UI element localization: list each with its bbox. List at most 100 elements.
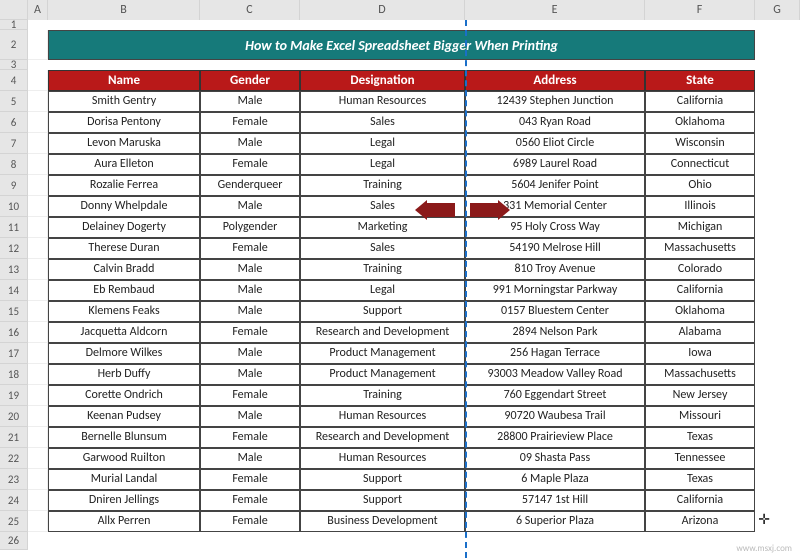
cell-designation[interactable]: Marketing [300, 217, 465, 238]
cell-gender[interactable]: Male [200, 259, 300, 280]
cell-gender[interactable]: Male [200, 448, 300, 469]
cell-state[interactable]: Arizona [645, 511, 755, 532]
cell-designation[interactable]: Legal [300, 133, 465, 154]
empty-cell[interactable] [28, 343, 48, 364]
col-header-G[interactable]: G [755, 0, 800, 20]
cell-name[interactable]: Levon Maruska [48, 133, 200, 154]
cell-name[interactable]: Keenan Pudsey [48, 406, 200, 427]
cell-designation[interactable]: Support [300, 469, 465, 490]
cell-name[interactable]: Smith Gentry [48, 91, 200, 112]
cell-name[interactable]: Jacquetta Aldcorn [48, 322, 200, 343]
cell-designation[interactable]: Training [300, 259, 465, 280]
row-header-21[interactable]: 21 [0, 427, 28, 448]
empty-cell[interactable] [28, 280, 48, 301]
cell-designation[interactable]: Research and Development [300, 427, 465, 448]
cell-name[interactable]: Allx Perren [48, 511, 200, 532]
empty-cell[interactable] [28, 30, 48, 60]
cell-name[interactable]: Klemens Feaks [48, 301, 200, 322]
empty-cell[interactable] [28, 322, 48, 343]
cell-gender[interactable]: Male [200, 406, 300, 427]
header-gender[interactable]: Gender [200, 70, 300, 91]
empty-cell[interactable] [28, 133, 48, 154]
empty-cell[interactable] [28, 469, 48, 490]
cell-gender[interactable]: Female [200, 490, 300, 511]
cell-designation[interactable]: Legal [300, 154, 465, 175]
row-header-14[interactable]: 14 [0, 280, 28, 301]
cell-address[interactable]: 6989 Laurel Road [465, 154, 645, 175]
cell-state[interactable]: California [645, 91, 755, 112]
empty-cell[interactable] [28, 70, 48, 91]
row-header-15[interactable]: 15 [0, 301, 28, 322]
cell-state[interactable]: Wisconsin [645, 133, 755, 154]
row-header-23[interactable]: 23 [0, 469, 28, 490]
cell-name[interactable]: Delainey Dogerty [48, 217, 200, 238]
cell-name[interactable]: Eb Rembaud [48, 280, 200, 301]
empty-cell[interactable] [28, 448, 48, 469]
row-header-13[interactable]: 13 [0, 259, 28, 280]
cell-designation[interactable]: Sales [300, 112, 465, 133]
cell-gender[interactable]: Female [200, 322, 300, 343]
cell-gender[interactable]: Genderqueer [200, 175, 300, 196]
empty-cell[interactable] [28, 112, 48, 133]
cell-state[interactable]: Alabama [645, 322, 755, 343]
col-header-D[interactable]: D [300, 0, 465, 20]
cell-address[interactable]: 12439 Stephen Junction [465, 91, 645, 112]
cell-gender[interactable]: Male [200, 364, 300, 385]
row-header-4[interactable]: 4 [0, 70, 28, 91]
cell-name[interactable]: Dorisa Pentony [48, 112, 200, 133]
header-name[interactable]: Name [48, 70, 200, 91]
cell-address[interactable]: 95 Holy Cross Way [465, 217, 645, 238]
cell-gender[interactable]: Female [200, 427, 300, 448]
cell-gender[interactable]: Female [200, 469, 300, 490]
cell-state[interactable]: Texas [645, 427, 755, 448]
header-address[interactable]: Address [465, 70, 645, 91]
empty-cell[interactable] [28, 196, 48, 217]
cell-address[interactable]: 6 Maple Plaza [465, 469, 645, 490]
row-header-18[interactable]: 18 [0, 364, 28, 385]
row-header-2[interactable]: 2 [0, 30, 28, 60]
cell-state[interactable]: Ohio [645, 175, 755, 196]
row-header-24[interactable]: 24 [0, 490, 28, 511]
cell-designation[interactable]: Human Resources [300, 91, 465, 112]
row-header-17[interactable]: 17 [0, 343, 28, 364]
cell-name[interactable]: Dniren Jellings [48, 490, 200, 511]
empty-cell[interactable] [28, 238, 48, 259]
cell-address[interactable]: 28800 Prairieview Place [465, 427, 645, 448]
cell-state[interactable]: Missouri [645, 406, 755, 427]
row-header-9[interactable]: 9 [0, 175, 28, 196]
row-header-1[interactable]: 1 [0, 20, 28, 30]
cell-state[interactable]: California [645, 490, 755, 511]
cell-gender[interactable]: Female [200, 238, 300, 259]
empty-cell[interactable] [28, 91, 48, 112]
cell-gender[interactable]: Female [200, 511, 300, 532]
empty-cell[interactable] [28, 217, 48, 238]
cell-designation[interactable]: Product Management [300, 364, 465, 385]
cell-address[interactable]: 810 Troy Avenue [465, 259, 645, 280]
cell-state[interactable]: Oklahoma [645, 301, 755, 322]
cell-gender[interactable]: Male [200, 301, 300, 322]
header-state[interactable]: State [645, 70, 755, 91]
cell-gender[interactable]: Male [200, 280, 300, 301]
cell-designation[interactable]: Training [300, 385, 465, 406]
empty-cell[interactable] [28, 385, 48, 406]
row-header-20[interactable]: 20 [0, 406, 28, 427]
cell-state[interactable]: Tennessee [645, 448, 755, 469]
empty-cell[interactable] [28, 301, 48, 322]
cell-designation[interactable]: Support [300, 490, 465, 511]
empty-cell[interactable] [28, 175, 48, 196]
cell-state[interactable]: Massachusetts [645, 364, 755, 385]
cell-address[interactable]: 09 Shasta Pass [465, 448, 645, 469]
cell-state[interactable]: Iowa [645, 343, 755, 364]
cell-state[interactable]: Connecticut [645, 154, 755, 175]
cell-name[interactable]: Delmore Wilkes [48, 343, 200, 364]
cell-gender[interactable]: Female [200, 112, 300, 133]
cell-address[interactable]: 93003 Meadow Valley Road [465, 364, 645, 385]
cell-gender[interactable]: Male [200, 196, 300, 217]
cell-gender[interactable]: Female [200, 385, 300, 406]
cell-designation[interactable]: Legal [300, 280, 465, 301]
col-header-A[interactable]: A [28, 0, 48, 20]
empty-cell[interactable] [28, 427, 48, 448]
empty-cell[interactable] [28, 259, 48, 280]
row-header-11[interactable]: 11 [0, 217, 28, 238]
row-header-16[interactable]: 16 [0, 322, 28, 343]
